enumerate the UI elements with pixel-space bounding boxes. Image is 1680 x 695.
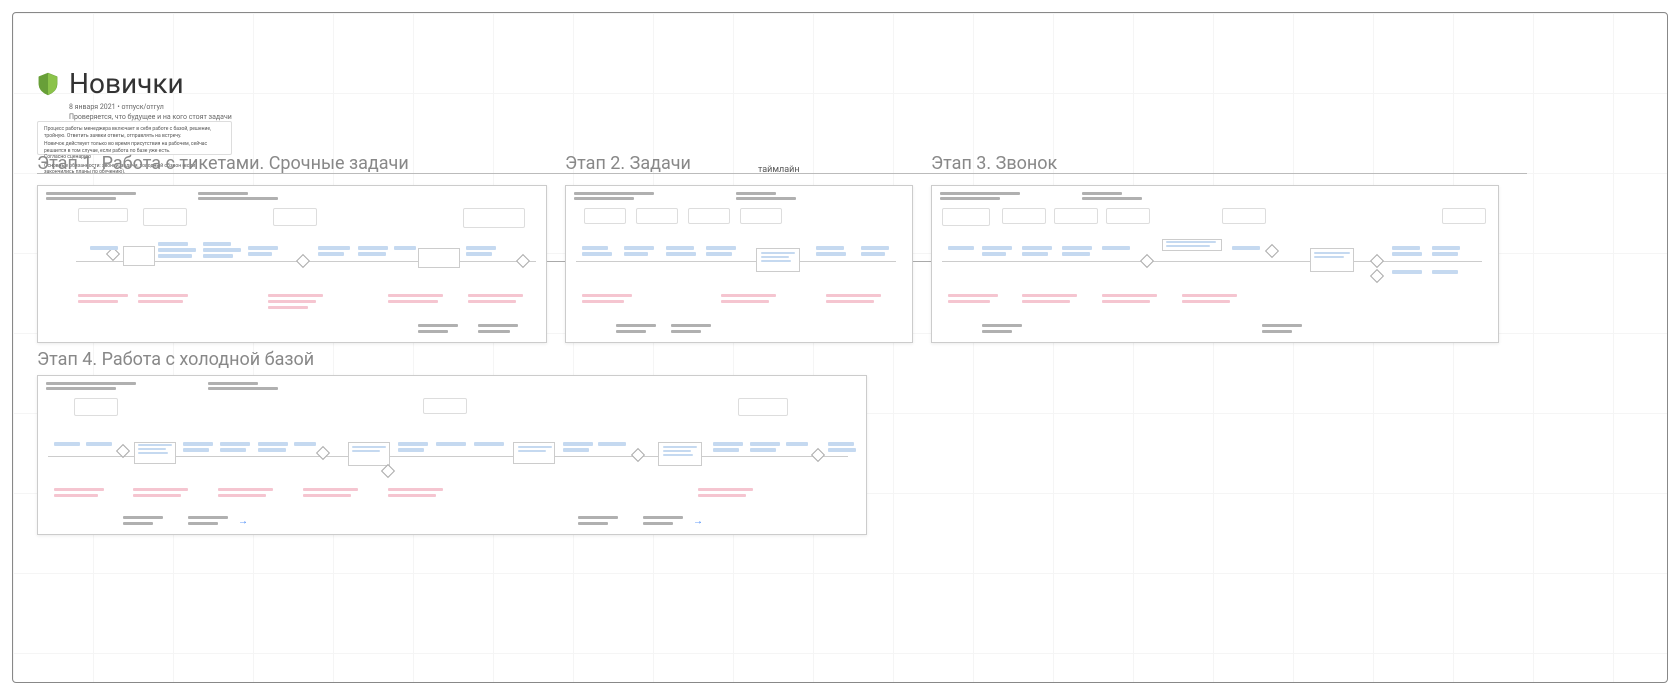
arrow-right-icon: → [693,516,703,527]
canvas-frame[interactable]: Новички 8 января 2021 • отпуск/отгул Про… [12,12,1668,683]
stage-4-frame[interactable]: → → [37,375,867,535]
stage-2-title: Этап 2. Задачи [565,153,691,174]
stage-2-content [566,186,912,342]
timeline-line [37,173,1527,174]
stage-3-title: Этап 3. Звонок [931,153,1057,174]
connector-1-2 [547,261,565,262]
stage-1-content [38,186,546,342]
stage-1-title: Этап 1. Работа с тикетами. Срочные задач… [37,153,409,174]
stage-1-frame[interactable] [37,185,547,343]
page-title: Новички [69,67,184,100]
page-header: Новички [37,67,184,100]
shield-icon [37,71,59,97]
stage-3-frame[interactable] [931,185,1499,343]
page-subtitle: 8 января 2021 • отпуск/отгул Проверяется… [69,103,232,123]
stage-2-frame[interactable] [565,185,913,343]
stage-3-content [932,186,1498,342]
connector-2-3 [913,261,931,262]
note-line-1: Процесс работы менеджера включает в себя… [44,126,225,139]
arrow-right-icon: → [238,516,248,527]
subtitle-line-1: 8 января 2021 • отпуск/отгул [69,103,232,113]
intro-note: Процесс работы менеджера включает в себя… [37,121,232,155]
stage-4-content: → → [38,376,866,534]
stage-4-title: Этап 4. Работа с холодной базой [37,349,314,370]
